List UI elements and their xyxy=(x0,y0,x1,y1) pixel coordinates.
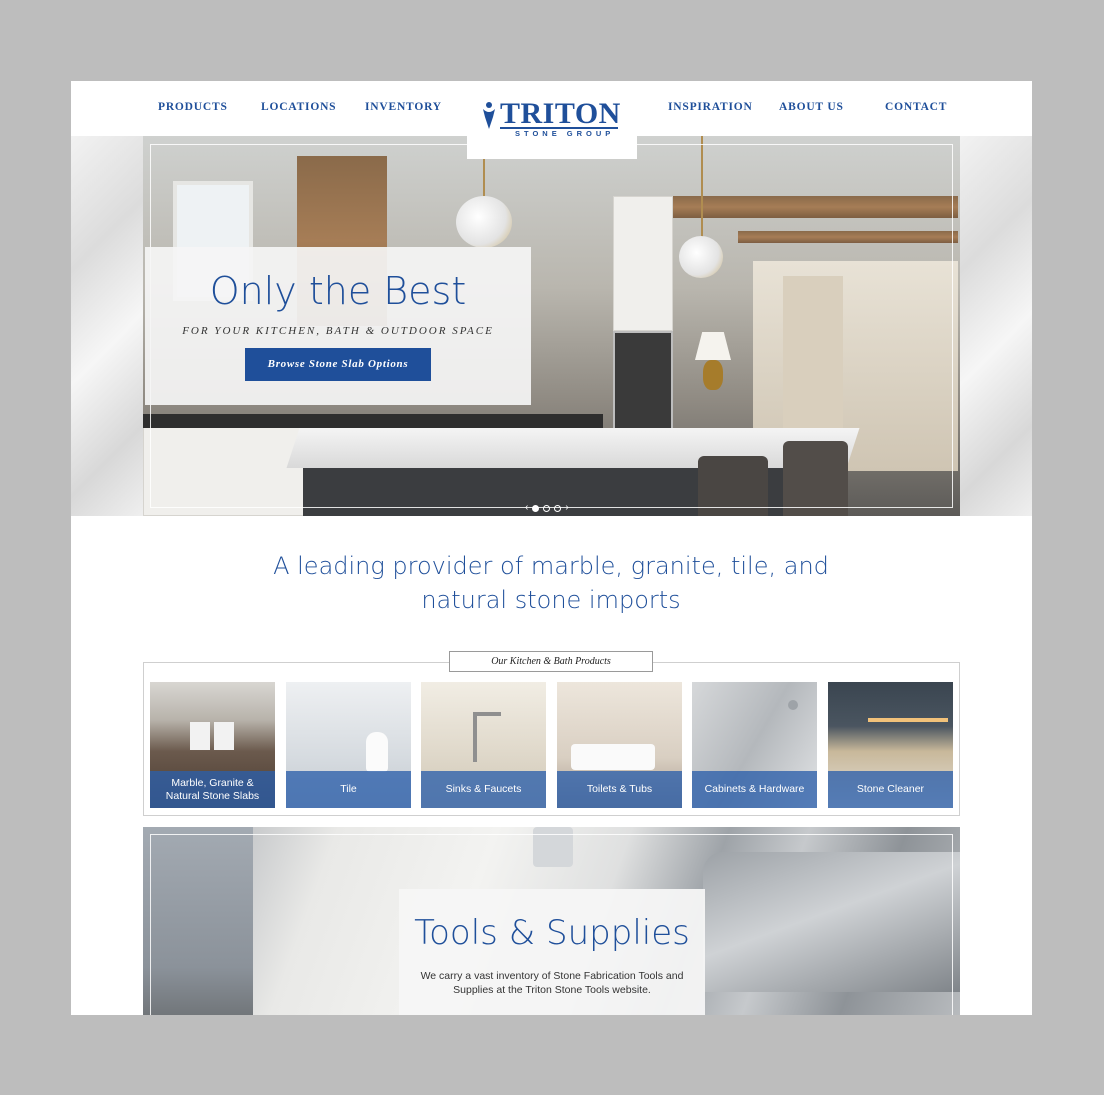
nav-products[interactable]: PRODUCTS xyxy=(158,101,228,113)
browse-slabs-button[interactable]: Browse Stone Slab Options xyxy=(245,348,431,381)
tools-description: We carry a vast inventory of Stone Fabri… xyxy=(420,970,684,996)
slider-pagination: ‹ › xyxy=(525,503,569,513)
hero-title: Only the Best xyxy=(209,269,467,313)
nav-locations[interactable]: LOCATIONS xyxy=(261,101,336,113)
nav-inspiration[interactable]: INSPIRATION xyxy=(668,101,753,113)
products-section-label: Our Kitchen & Bath Products xyxy=(449,651,653,672)
marble-texture-left xyxy=(71,136,143,516)
product-caption: Toilets & Tubs xyxy=(557,771,682,808)
tools-section: Tools & Supplies We carry a vast invento… xyxy=(143,827,960,1015)
product-tile-cleaner[interactable]: Stone Cleaner xyxy=(828,682,953,808)
product-tile-slabs[interactable]: Marble, Granite & Natural Stone Slabs xyxy=(150,682,275,808)
hero-slider: Only the Best FOR YOUR KITCHEN, BATH & O… xyxy=(71,136,1032,516)
nav-about-us[interactable]: ABOUT US xyxy=(779,101,844,113)
product-caption: Sinks & Faucets xyxy=(421,771,546,808)
slider-dot-1[interactable] xyxy=(532,504,540,512)
hero-card: Only the Best FOR YOUR KITCHEN, BATH & O… xyxy=(145,247,531,405)
product-caption: Stone Cleaner xyxy=(828,771,953,808)
intro-tagline: A leading provider of marble, granite, t… xyxy=(273,552,829,614)
slider-next-icon[interactable]: › xyxy=(565,503,568,513)
tools-title: Tools & Supplies xyxy=(414,913,690,953)
nav-contact[interactable]: CONTACT xyxy=(885,101,947,113)
marble-texture-right xyxy=(960,136,1032,516)
tools-card[interactable]: Tools & Supplies We carry a vast invento… xyxy=(399,889,705,1015)
page-frame: PRODUCTS LOCATIONS INVENTORY INSPIRATION… xyxy=(71,81,1032,1015)
hero-subtitle: FOR YOUR KITCHEN, BATH & OUTDOOR SPACE xyxy=(182,325,494,337)
product-tile-sinks[interactable]: Sinks & Faucets xyxy=(421,682,546,808)
product-caption: Tile xyxy=(286,771,411,808)
slider-prev-icon[interactable]: ‹ xyxy=(525,503,528,513)
logo-tagline: STONE GROUP xyxy=(515,129,615,138)
slider-dot-3[interactable] xyxy=(554,504,562,512)
logo-wordmark: TRITON xyxy=(500,97,621,130)
product-caption: Cabinets & Hardware xyxy=(692,771,817,808)
product-tile-tile[interactable]: Tile xyxy=(286,682,411,808)
product-caption: Marble, Granite & Natural Stone Slabs xyxy=(150,771,275,808)
product-tile-toilets[interactable]: Toilets & Tubs xyxy=(557,682,682,808)
logo[interactable]: TRITON STONE GROUP xyxy=(467,89,637,159)
slider-dot-2[interactable] xyxy=(543,504,551,512)
product-tile-cabinets[interactable]: Cabinets & Hardware xyxy=(692,682,817,808)
trident-figure-icon xyxy=(483,102,495,129)
nav-inventory[interactable]: INVENTORY xyxy=(365,101,442,113)
